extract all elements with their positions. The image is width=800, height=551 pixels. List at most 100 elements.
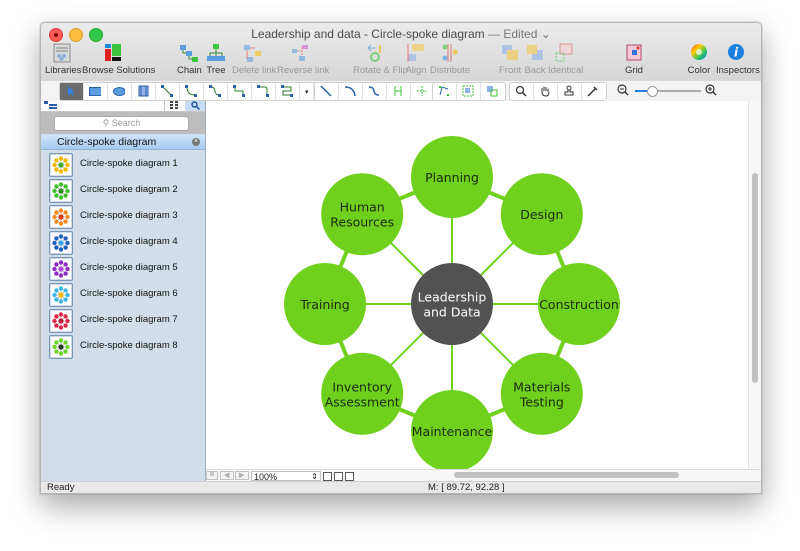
grid-view-tab[interactable]: [164, 101, 186, 111]
edited-indicator[interactable]: — Edited ⌄: [488, 27, 551, 41]
library-item[interactable]: Circle-spoke diagram 6: [49, 283, 199, 307]
reverse-link-button[interactable]: Reverse link: [277, 43, 329, 79]
browse-solutions-label: Browse Solutions: [82, 65, 156, 76]
container-tool[interactable]: [132, 83, 156, 100]
library-item[interactable]: Circle-spoke diagram 3: [49, 205, 199, 229]
eyedropper-tool[interactable]: [582, 83, 606, 100]
libraries-label: Libraries: [45, 65, 82, 76]
rotate-flip-button[interactable]: Rotate & Flip: [353, 43, 408, 79]
zoom-out-button[interactable]: [617, 84, 629, 96]
color-button[interactable]: Color: [686, 43, 712, 79]
browse-solutions-icon: [103, 43, 123, 63]
zoom-tool[interactable]: [510, 83, 534, 100]
curve-connector-tool[interactable]: [276, 83, 300, 100]
polyline-tool[interactable]: [387, 83, 411, 100]
identical-button[interactable]: Identical: [548, 43, 583, 79]
search-area: ⚲ Search: [41, 112, 205, 134]
library-item[interactable]: Circle-spoke diagram 5: [49, 257, 199, 281]
spoke-node[interactable]: Training: [284, 263, 366, 345]
connector-dropdown[interactable]: ▾: [300, 83, 314, 100]
library-item[interactable]: Circle-spoke diagram 2: [49, 179, 199, 203]
hub-node[interactable]: Leadershipand Data: [411, 263, 493, 345]
back-button[interactable]: Back: [524, 43, 546, 79]
spoke-node-label: Training: [299, 297, 349, 312]
rotate-flip-icon: [366, 43, 386, 63]
chain-button[interactable]: Chain: [177, 43, 202, 79]
ellipse-icon: [113, 87, 125, 96]
spoke-node[interactable]: Construction: [538, 263, 620, 345]
ungroup-tool[interactable]: [481, 83, 505, 100]
align-label: Align: [405, 65, 427, 76]
tree-button[interactable]: Tree: [205, 43, 227, 79]
round-connector-tool[interactable]: [252, 83, 276, 100]
reshape-tool[interactable]: [433, 83, 457, 100]
back-label: Back: [524, 65, 546, 76]
group-icon: [462, 85, 474, 97]
browse-solutions-button[interactable]: Browse Solutions: [82, 43, 156, 79]
inspectors-button[interactable]: i Inspectors: [716, 43, 760, 79]
smart-connector-tool[interactable]: [228, 83, 252, 100]
curve-connector-icon: [281, 85, 293, 97]
search-tab[interactable]: [185, 101, 205, 111]
arc-connector-icon: [185, 85, 197, 97]
line-tool[interactable]: [315, 83, 339, 100]
spoke-node-label: Resources: [330, 215, 394, 230]
grid-button[interactable]: Grid: [623, 43, 645, 79]
vertical-scroll-thumb[interactable]: [752, 173, 758, 383]
group-tool[interactable]: [457, 83, 481, 100]
multi-page-button[interactable]: [345, 472, 354, 481]
library-item[interactable]: Circle-spoke diagram 1: [49, 153, 199, 177]
circle-spoke-thumbnail-icon: [49, 283, 73, 307]
library-item[interactable]: Circle-spoke diagram 7: [49, 309, 199, 333]
zoom-slider[interactable]: [635, 86, 701, 97]
reverse-link-icon: [290, 43, 310, 63]
library-header[interactable]: Circle-spoke diagram ×: [41, 135, 205, 150]
spoke-node[interactable]: Maintenance: [411, 390, 493, 472]
spoke-node[interactable]: Planning: [411, 136, 493, 218]
two-page-button[interactable]: [334, 472, 343, 481]
horizontal-scroll-thumb[interactable]: [454, 472, 679, 478]
direct-connector-tool[interactable]: [156, 83, 180, 100]
previous-page-button[interactable]: ◀: [220, 471, 234, 480]
spoke-node[interactable]: Design: [500, 173, 583, 256]
library-search-input[interactable]: ⚲ Search: [54, 116, 189, 131]
arc-connector-tool[interactable]: [180, 83, 204, 100]
library-tree-tab[interactable]: [41, 101, 62, 111]
front-button[interactable]: Front: [499, 43, 521, 79]
arc-tool[interactable]: [339, 83, 363, 100]
bring-front-icon: [500, 43, 520, 63]
align-button[interactable]: Align: [405, 43, 427, 79]
ellipse-tool[interactable]: [108, 83, 132, 100]
library-item-label: Circle-spoke diagram 5: [80, 262, 178, 273]
zoom-level-select[interactable]: 100% ⇕: [251, 471, 321, 482]
sidebar-filter-field[interactable]: [61, 101, 165, 111]
bezier-icon: [368, 86, 380, 96]
library-item-label: Circle-spoke diagram 2: [80, 184, 178, 195]
vertical-scrollbar[interactable]: [748, 101, 761, 469]
stamp-tool[interactable]: [558, 83, 582, 100]
rectangle-tool[interactable]: [84, 83, 108, 100]
color-label: Color: [687, 65, 711, 76]
libraries-button[interactable]: Libraries: [45, 43, 82, 79]
close-library-icon[interactable]: ×: [192, 138, 200, 146]
library-item[interactable]: Circle-spoke diagram 4: [49, 231, 199, 255]
pan-tool[interactable]: [534, 83, 558, 100]
spoke-node[interactable]: HumanResources: [321, 173, 404, 256]
bezier-connector-tool[interactable]: [204, 83, 228, 100]
spoke-node[interactable]: InventoryAssessment: [321, 352, 404, 435]
zoom-slider-knob[interactable]: [646, 86, 658, 97]
single-page-button[interactable]: [323, 472, 332, 481]
select-tool[interactable]: [60, 83, 84, 100]
delete-link-button[interactable]: Delete link: [232, 43, 276, 79]
front-label: Front: [499, 65, 522, 76]
library-item[interactable]: Circle-spoke diagram 8: [49, 335, 199, 359]
distribute-button[interactable]: Distribute: [430, 43, 470, 79]
spoke-node[interactable]: MaterialsTesting: [500, 352, 583, 435]
drawing-canvas[interactable]: Planning Design Construction Materials Testi…: [206, 101, 748, 472]
next-page-button[interactable]: ▶: [235, 471, 249, 480]
bezier-tool[interactable]: [363, 83, 387, 100]
page-list-button[interactable]: ıı: [206, 471, 218, 480]
spoke-node-label: Materials: [513, 379, 570, 394]
shape-tools-group: ▾: [59, 82, 339, 101]
zoom-in-button[interactable]: [705, 84, 717, 96]
